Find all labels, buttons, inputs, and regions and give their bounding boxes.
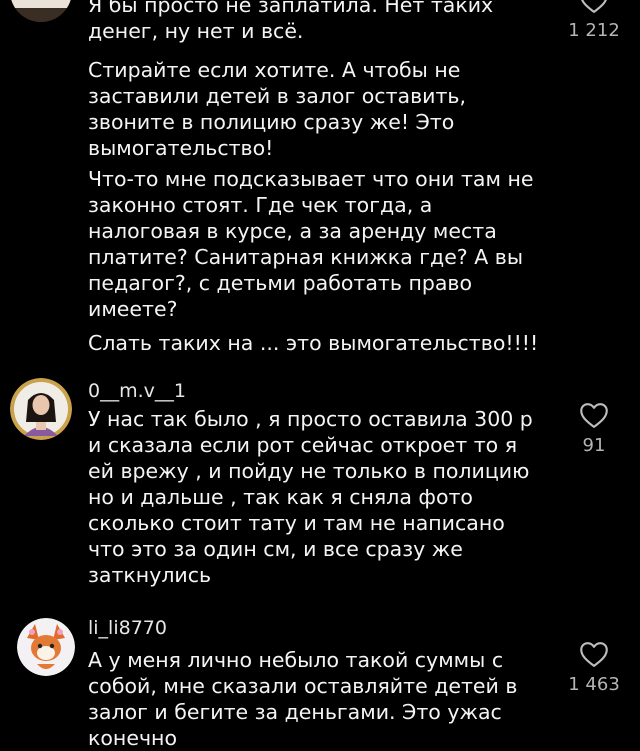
comment-text: Я бы просто не заплатила. Нет таких дене… — [88, 0, 494, 43]
like-button[interactable]: 1 463 — [562, 640, 626, 695]
heart-outline-icon — [581, 0, 607, 13]
comment-text: Слать таких на ... это вымогательство!!!… — [88, 331, 539, 355]
heart-outline-icon — [580, 642, 608, 667]
like-count: 1 212 — [568, 20, 620, 41]
like-button[interactable]: 1 212 — [562, 0, 626, 41]
heart-outline-icon — [580, 403, 608, 428]
avatar[interactable] — [10, 0, 72, 22]
comment-text: А у меня лично небыло такой суммы с собо… — [88, 648, 518, 750]
avatar[interactable] — [17, 618, 75, 676]
comment-username[interactable]: li_li8770 — [88, 617, 167, 639]
avatar-image — [10, 378, 72, 440]
like-button[interactable]: 91 — [562, 401, 626, 456]
comment-text: Что-то мне подсказывает что они там не з… — [88, 167, 534, 321]
like-count: 91 — [582, 435, 606, 456]
comment-text: У нас так было , я просто оставила 300 р… — [88, 407, 533, 587]
avatar-image — [17, 618, 75, 676]
avatar[interactable] — [10, 378, 72, 440]
comment-text: Стирайте если хотите. А чтобы не застави… — [88, 58, 467, 160]
avatar-image — [10, 0, 72, 22]
comment-username[interactable]: 0__m.v__1 — [88, 380, 186, 402]
like-count: 1 463 — [568, 674, 620, 695]
